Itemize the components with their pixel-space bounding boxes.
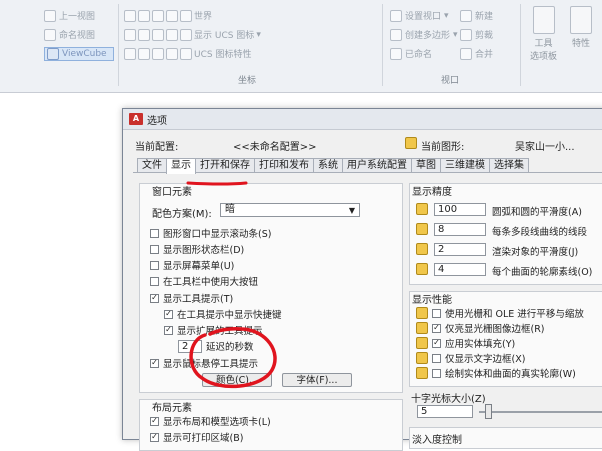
- fade-control-group: 淡入度控制: [409, 427, 602, 449]
- checkbox-label: 显示可打印区域(B): [163, 433, 244, 444]
- tab-display[interactable]: 显示: [166, 158, 196, 174]
- red-annotation-overlay: [186, 181, 277, 389]
- show-printable-area-checkbox[interactable]: ✓ 显示可打印区域(B): [150, 430, 243, 444]
- red-circle-annotation: [189, 327, 277, 389]
- red-underline-annotation: [186, 181, 248, 186]
- fade-control-title: 淡入度控制: [412, 435, 462, 446]
- checkbox-box[interactable]: ✓: [150, 432, 159, 442]
